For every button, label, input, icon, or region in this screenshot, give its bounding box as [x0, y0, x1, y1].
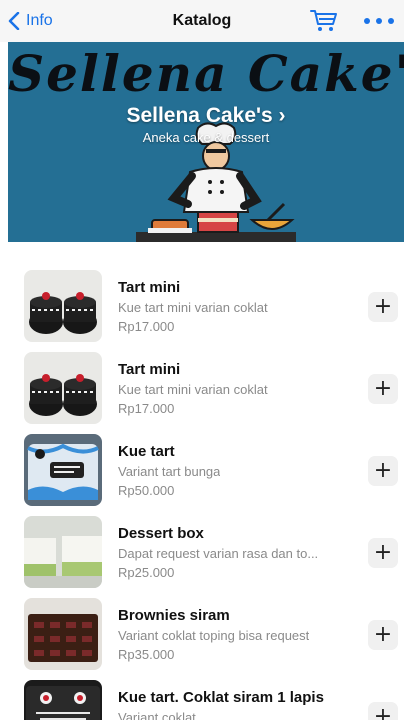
product-description: Variant coklat — [118, 710, 196, 720]
product-price: Rp17.000 — [118, 401, 175, 416]
product-image — [24, 516, 102, 588]
product-image — [24, 352, 102, 424]
cart-icon[interactable] — [310, 9, 338, 33]
product-price: Rp25.000 — [118, 565, 175, 580]
store-subtitle: Aneka cake & dessert — [142, 130, 270, 145]
back-label: Info — [26, 12, 53, 29]
product-image — [24, 680, 102, 720]
product-item[interactable]: Brownies siram Variant coklat toping bis… — [0, 596, 404, 670]
back-button[interactable]: Info — [8, 0, 53, 42]
add-to-cart-button[interactable]: + — [368, 620, 398, 650]
product-name: Tart mini — [118, 361, 181, 378]
product-item[interactable]: Tart mini Kue tart mini varian coklat Rp… — [0, 350, 404, 424]
product-description: Kue tart mini varian coklat — [118, 300, 268, 315]
add-to-cart-button[interactable]: + — [368, 456, 398, 486]
store-banner: Sellena Cake's Sellena Cake's › Aneka ca… — [8, 42, 404, 242]
add-to-cart-button[interactable]: + — [368, 702, 398, 720]
add-to-cart-button[interactable]: + — [368, 538, 398, 568]
page-title: Katalog — [172, 12, 232, 29]
product-price: Rp17.000 — [118, 319, 175, 334]
product-image — [24, 434, 102, 506]
product-name: Kue tart. Coklat siram 1 lapis — [118, 689, 324, 706]
product-item[interactable]: Tart mini Kue tart mini varian coklat Rp… — [0, 268, 404, 342]
product-item[interactable]: Dessert box Dapat request varian rasa da… — [0, 514, 404, 588]
product-description: Kue tart mini varian coklat — [118, 382, 268, 397]
product-description: Variant tart bunga — [118, 464, 221, 479]
product-description: Dapat request varian rasa dan to... — [118, 546, 319, 561]
product-description: Variant coklat toping bisa request — [118, 628, 310, 643]
product-name: Tart mini — [118, 279, 181, 296]
banner-logo-text: Sellena Cake's — [8, 44, 404, 103]
product-item[interactable]: Kue tart. Coklat siram 1 lapis Variant c… — [0, 678, 404, 720]
chevron-left-icon — [8, 12, 20, 30]
product-name: Brownies siram — [118, 607, 230, 624]
add-to-cart-button[interactable]: + — [368, 292, 398, 322]
product-image — [24, 270, 102, 342]
chevron-right-icon: › — [278, 104, 286, 127]
store-name[interactable]: Sellena Cake's › — [8, 104, 404, 128]
product-name: Kue tart — [118, 443, 175, 460]
product-image — [24, 598, 102, 670]
add-to-cart-button[interactable]: + — [368, 374, 398, 404]
product-price: Rp35.000 — [118, 647, 175, 662]
product-item[interactable]: Kue tart Variant tart bunga Rp50.000 + — [0, 432, 404, 506]
navigation-bar: Info Katalog — [0, 0, 404, 42]
more-icon[interactable] — [364, 11, 394, 31]
product-name: Dessert box — [118, 525, 204, 542]
product-price: Rp50.000 — [118, 483, 175, 498]
